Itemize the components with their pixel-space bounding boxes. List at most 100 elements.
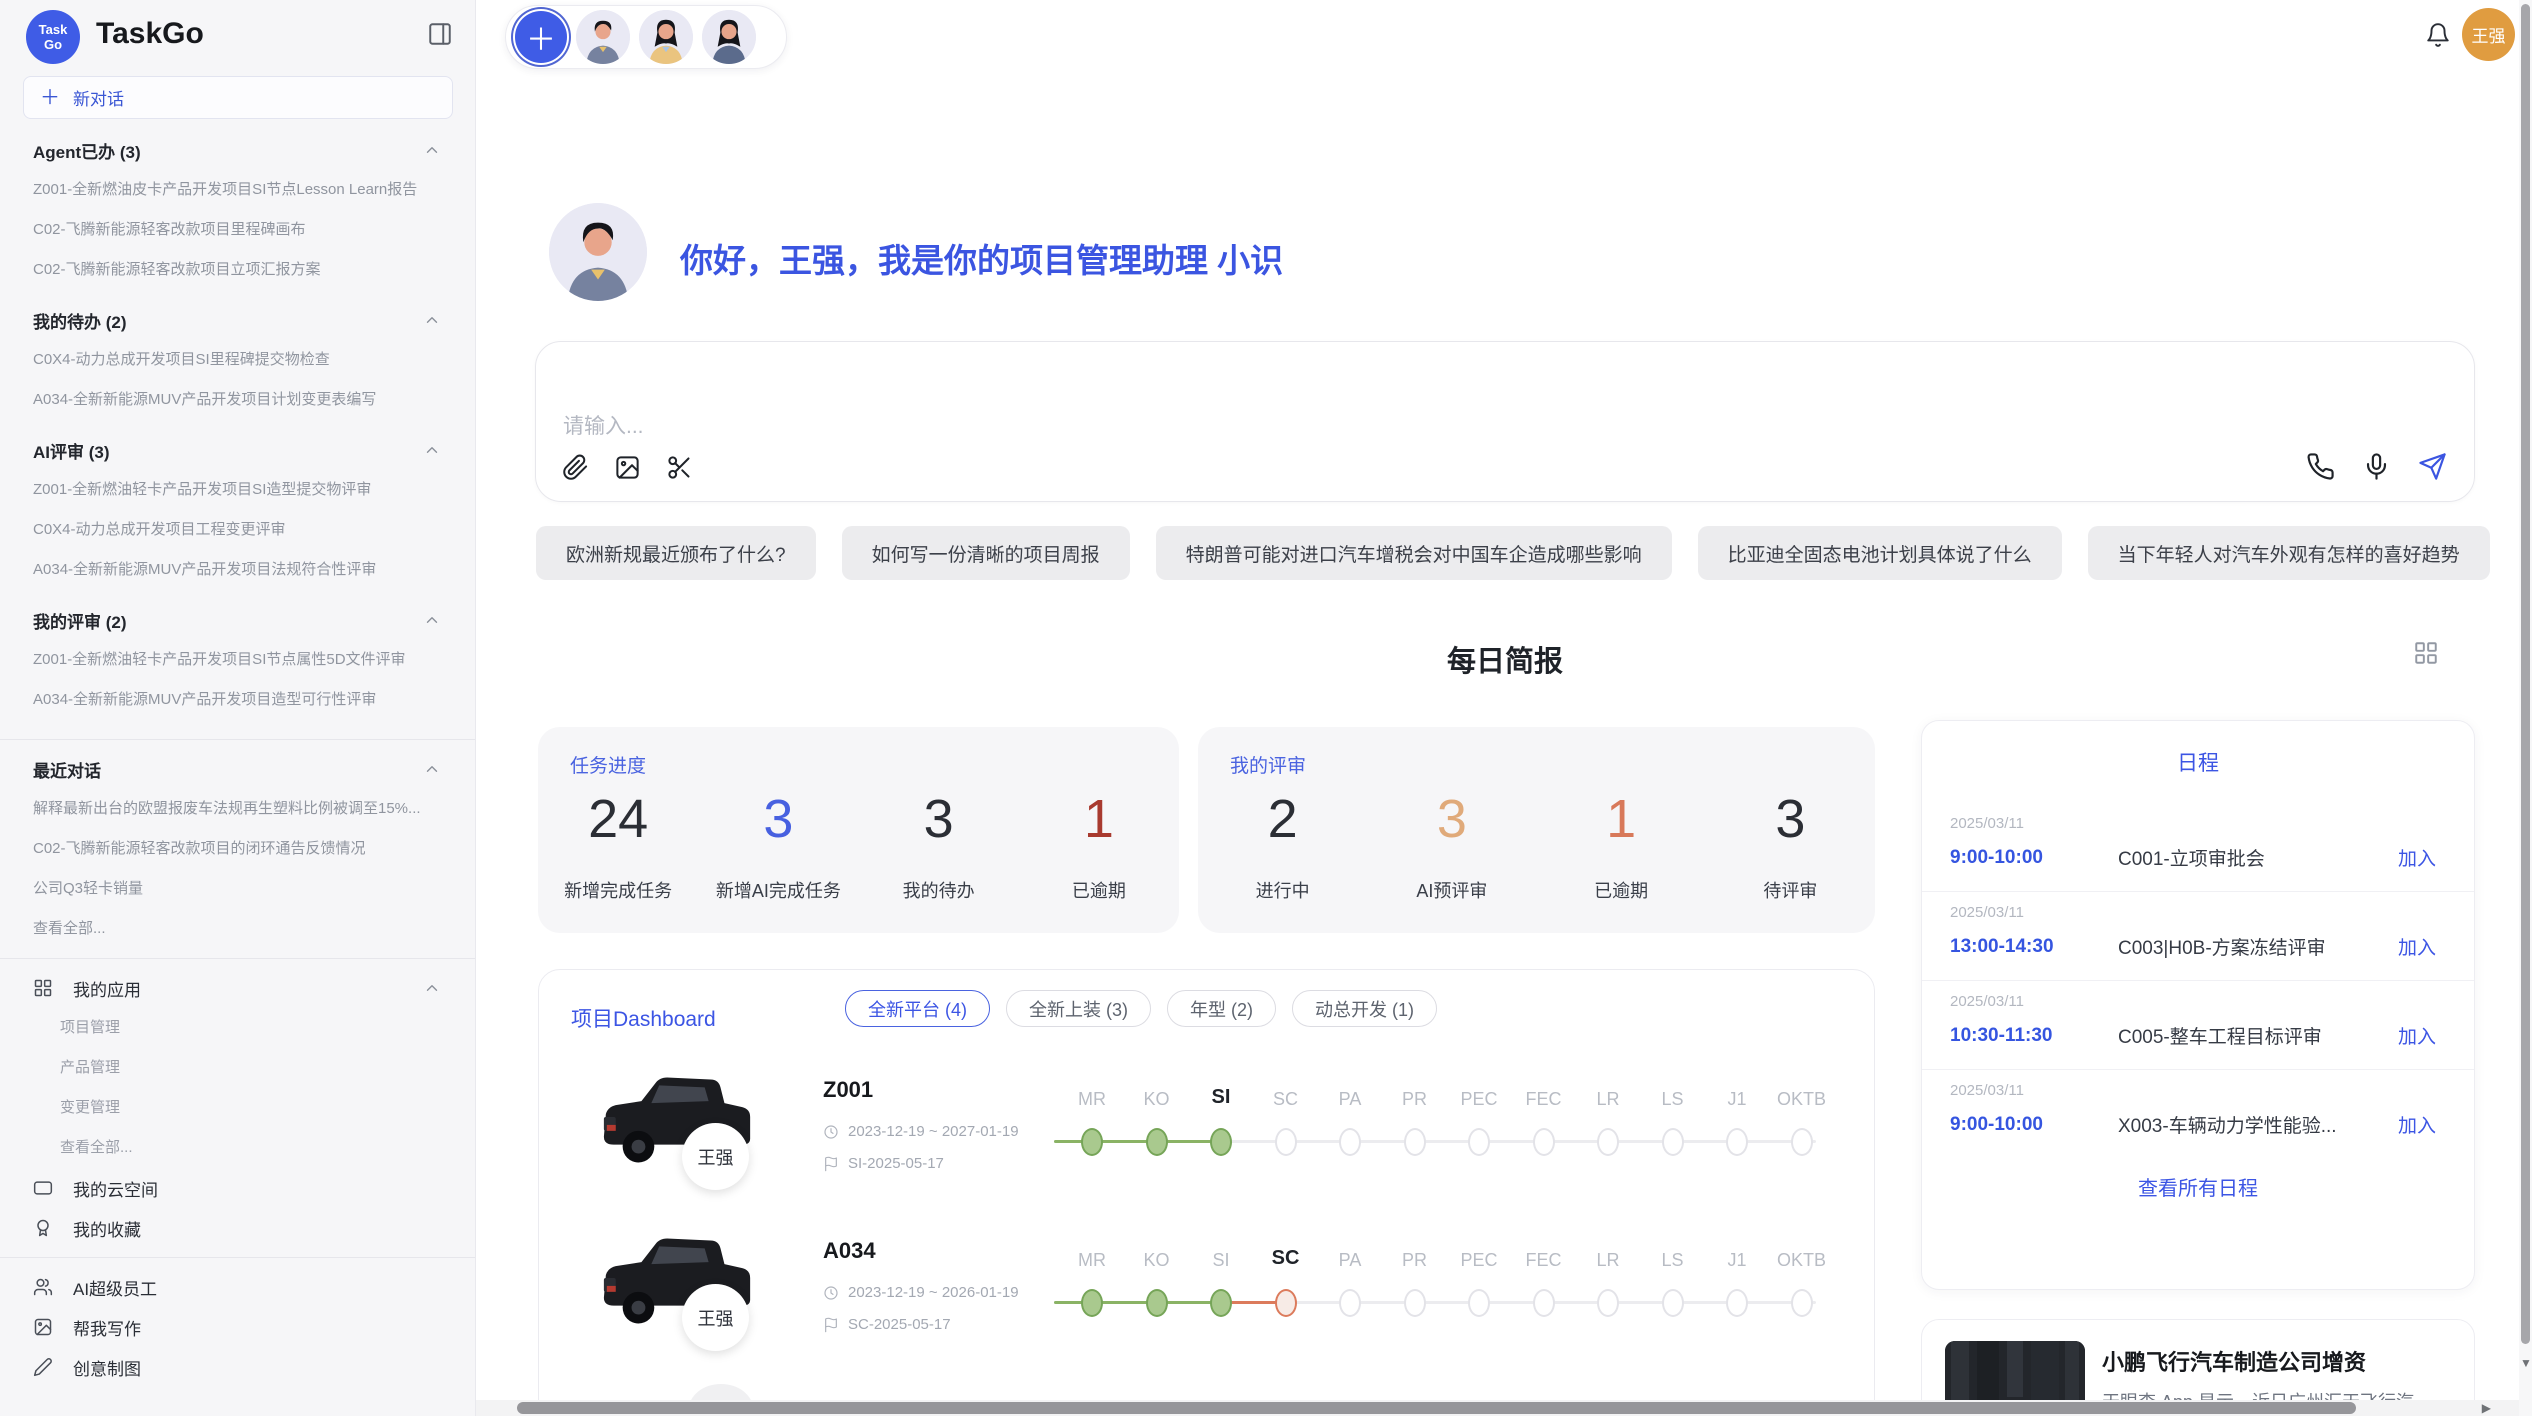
app-subitem[interactable]: 查看全部... xyxy=(0,1128,475,1168)
sidebar-task-item[interactable]: Z001-全新燃油皮卡产品开发项目SI节点Lesson Learn报告 xyxy=(0,170,475,210)
input-actions xyxy=(2306,452,2447,481)
user-avatar[interactable]: 王强 xyxy=(2462,8,2515,61)
paperclip-icon[interactable] xyxy=(562,454,589,481)
schedule-row: 9:00-10:00X003-车辆动力学性能验...加入 xyxy=(1950,1111,2436,1138)
dashboard-filter-chip[interactable]: 全新平台 (4) xyxy=(845,990,990,1027)
suggestion-chip[interactable]: 欧洲新规最近颁布了什么? xyxy=(536,526,816,580)
sidebar-task-item[interactable]: C02-飞腾新能源轻客改款项目里程碑画布 xyxy=(0,210,475,250)
schedule-name: C001-立项审批会 xyxy=(2118,844,2398,871)
chevron-up-icon[interactable] xyxy=(423,311,441,329)
milestone-label: PEC xyxy=(1460,1089,1497,1110)
new-chat-button[interactable]: ＋ 新对话 xyxy=(23,76,453,119)
chevron-up-icon[interactable] xyxy=(423,141,441,159)
sidebar: Task Go TaskGo ＋ 新对话 Agent已办 (3)Z001-全新燃… xyxy=(0,0,476,1416)
project-flag-text: SC-2025-05-17 xyxy=(848,1316,951,1333)
recent-chat-item[interactable]: 查看全部... xyxy=(0,909,475,949)
join-button[interactable]: 加入 xyxy=(2398,1022,2436,1049)
sidebar-task-item[interactable]: Z001-全新燃油轻卡产品开发项目SI造型提交物评审 xyxy=(0,470,475,510)
agent-avatar-1[interactable] xyxy=(576,10,630,64)
sidebar-section-2[interactable]: AI评审 (3) xyxy=(0,430,475,470)
suggestion-chip[interactable]: 特朗普可能对进口汽车增税会对中国车企造成哪些影响 xyxy=(1156,526,1672,580)
agent-avatar-3[interactable] xyxy=(702,10,756,64)
sidebar-task-item[interactable]: C02-飞腾新能源轻客改款项目立项汇报方案 xyxy=(0,250,475,290)
dashboard-filter-chip[interactable]: 动总开发 (1) xyxy=(1292,990,1437,1027)
clock-icon xyxy=(823,1124,839,1140)
sidebar-task-item[interactable]: A034-全新新能源MUV产品开发项目计划变更表编写 xyxy=(0,380,475,420)
suggestion-chips: 欧洲新规最近颁布了什么? 如何写一份清晰的项目周报特朗普可能对进口汽车增税会对中国… xyxy=(536,526,2481,580)
briefing-layout-icon[interactable] xyxy=(2413,640,2441,668)
sidebar-task-item[interactable]: C0X4-动力总成开发项目工程变更评审 xyxy=(0,510,475,550)
phone-icon[interactable] xyxy=(2306,452,2335,481)
recent-chat-item[interactable]: 公司Q3轻卡销量 xyxy=(0,869,475,909)
nav-label: 帮我写作 xyxy=(73,1315,441,1340)
agent-avatar-2[interactable] xyxy=(639,10,693,64)
scroll-down-arrow-icon[interactable]: ▼ xyxy=(2520,1358,2531,1369)
suggestion-chip[interactable]: 当下年轻人对汽车外观有怎样的喜好趋势 xyxy=(2088,526,2490,580)
schedule-card: 日程 2025/03/119:00-10:00C001-立项审批会加入2025/… xyxy=(1921,720,2475,1290)
sidebar-item-my-apps[interactable]: 我的应用 xyxy=(0,968,475,1008)
add-agent-button[interactable]: ＋ xyxy=(515,11,567,63)
sidebar-collapse-icon[interactable] xyxy=(427,21,451,45)
chevron-up-icon[interactable] xyxy=(423,611,441,629)
schedule-title: 日程 xyxy=(1922,721,2474,777)
milestone-label: MR xyxy=(1078,1250,1106,1271)
app-subitem[interactable]: 变更管理 xyxy=(0,1088,475,1128)
stat-value: 3 xyxy=(1367,789,1536,849)
sidebar-task-item[interactable]: A034-全新新能源MUV产品开发项目造型可行性评审 xyxy=(0,680,475,720)
sidebar-tool-item[interactable]: 创意制图 xyxy=(0,1347,475,1387)
sidebar-section-1[interactable]: 我的待办 (2) xyxy=(0,300,475,340)
stat-grid: 2进行中3AI预评审1已逾期3待评审 xyxy=(1198,789,1875,903)
sidebar-task-item[interactable]: A034-全新新能源MUV产品开发项目法规符合性评审 xyxy=(0,550,475,590)
schedule-name: C003|H0B-方案冻结评审 xyxy=(2118,933,2398,960)
app-subitem[interactable]: 产品管理 xyxy=(0,1048,475,1088)
scroll-right-arrow-icon[interactable]: ▶ xyxy=(2482,1402,2491,1414)
schedule-name: X003-车辆动力学性能验... xyxy=(2118,1111,2398,1138)
chevron-up-icon[interactable] xyxy=(423,979,441,997)
milestone-label: OKTB xyxy=(1777,1250,1826,1271)
dashboard-filter-chip[interactable]: 全新上装 (3) xyxy=(1006,990,1151,1027)
sidebar-section-0[interactable]: Agent已办 (3) xyxy=(0,130,475,170)
join-button[interactable]: 加入 xyxy=(2398,933,2436,960)
sidebar-tool-item[interactable]: 帮我写作 xyxy=(0,1307,475,1347)
timeline-progress xyxy=(1054,1301,1221,1304)
stat-value: 2 xyxy=(1198,789,1367,849)
milestone-dot xyxy=(1533,1289,1555,1317)
milestone-label: PEC xyxy=(1460,1250,1497,1271)
milestone-dot xyxy=(1339,1289,1361,1317)
vertical-scrollbar: ▼ xyxy=(2519,0,2532,1416)
sidebar-section-3[interactable]: 我的评审 (2) xyxy=(0,600,475,640)
app-subitem[interactable]: 项目管理 xyxy=(0,1008,475,1048)
image-icon[interactable] xyxy=(614,454,641,481)
sidebar-section-recent[interactable]: 最近对话 xyxy=(0,749,475,789)
sidebar-task-item[interactable]: Z001-全新燃油轻卡产品开发项目SI节点属性5D文件评审 xyxy=(0,640,475,680)
horizontal-scrollbar-thumb[interactable] xyxy=(517,1402,2356,1414)
sidebar-tool-item[interactable]: AI超级员工 xyxy=(0,1267,475,1307)
vertical-scrollbar-thumb[interactable] xyxy=(2521,4,2530,1344)
sidebar-item-folder[interactable]: 我的云空间 xyxy=(0,1168,475,1208)
sidebar-item-award[interactable]: 我的收藏 xyxy=(0,1208,475,1248)
milestone-dot xyxy=(1339,1128,1361,1156)
recent-chat-item[interactable]: C02-飞腾新能源轻客改款项目的闭环通告反馈情况 xyxy=(0,829,475,869)
notification-bell-icon[interactable] xyxy=(2425,22,2453,50)
join-button[interactable]: 加入 xyxy=(2398,844,2436,871)
chat-input[interactable]: 请输入... xyxy=(535,341,2475,502)
microphone-icon[interactable] xyxy=(2362,452,2391,481)
suggestion-chip[interactable]: 比亚迪全固态电池计划具体说了什么 xyxy=(1698,526,2062,580)
chevron-up-icon[interactable] xyxy=(423,760,441,778)
milestone-timeline: MRKOSISCPAPRPECFECLRLSJ1OKTB xyxy=(1054,1220,1829,1350)
join-button[interactable]: 加入 xyxy=(2398,1111,2436,1138)
stat-column: 1已逾期 xyxy=(1537,789,1706,903)
stat-label: 进行中 xyxy=(1198,877,1367,903)
dashboard-filter-chip[interactable]: 年型 (2) xyxy=(1167,990,1276,1027)
sidebar-task-item[interactable]: C0X4-动力总成开发项目SI里程碑提交物检查 xyxy=(0,340,475,380)
chevron-up-icon[interactable] xyxy=(423,441,441,459)
view-all-schedule-link[interactable]: 查看所有日程 xyxy=(1922,1172,2474,1201)
recent-chat-item[interactable]: 解释最新出台的欧盟报废车法规再生塑料比例被调至15%... xyxy=(0,789,475,829)
send-icon[interactable] xyxy=(2418,452,2447,481)
scissors-icon[interactable] xyxy=(666,454,693,481)
section-title: 最近对话 xyxy=(33,757,101,782)
milestone-label: J1 xyxy=(1727,1089,1746,1110)
schedule-time: 9:00-10:00 xyxy=(1950,847,2118,869)
suggestion-chip[interactable]: 如何写一份清晰的项目周报 xyxy=(842,526,1130,580)
stat-value: 1 xyxy=(1019,789,1179,849)
